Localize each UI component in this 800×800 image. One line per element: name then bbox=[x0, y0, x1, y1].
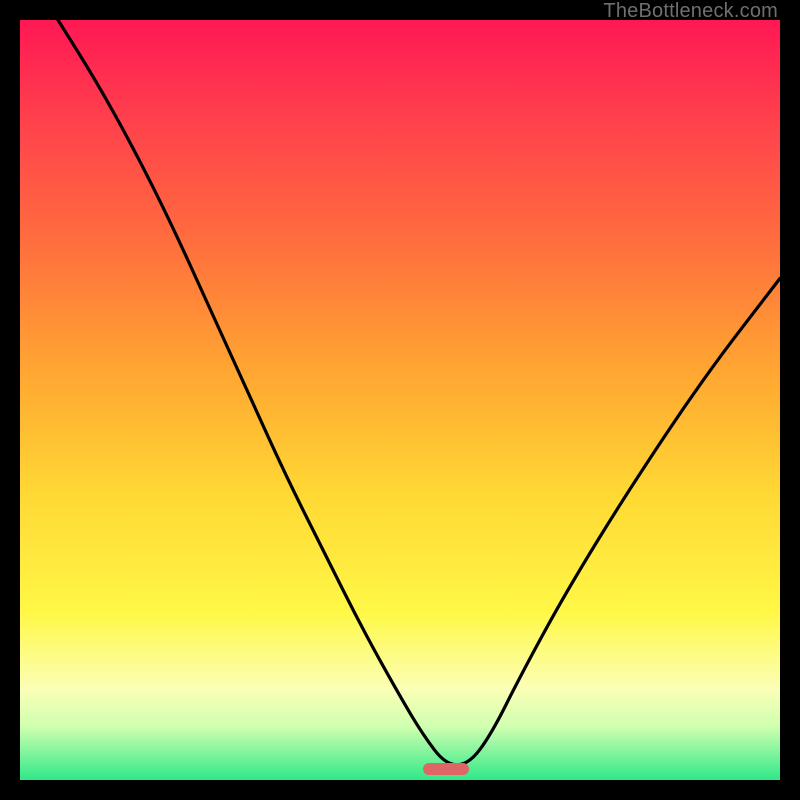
bottleneck-curve bbox=[20, 20, 780, 780]
chart-frame: TheBottleneck.com bbox=[0, 0, 800, 800]
plot-area bbox=[20, 20, 780, 780]
curve-path bbox=[58, 20, 780, 765]
optimum-marker bbox=[423, 763, 469, 775]
